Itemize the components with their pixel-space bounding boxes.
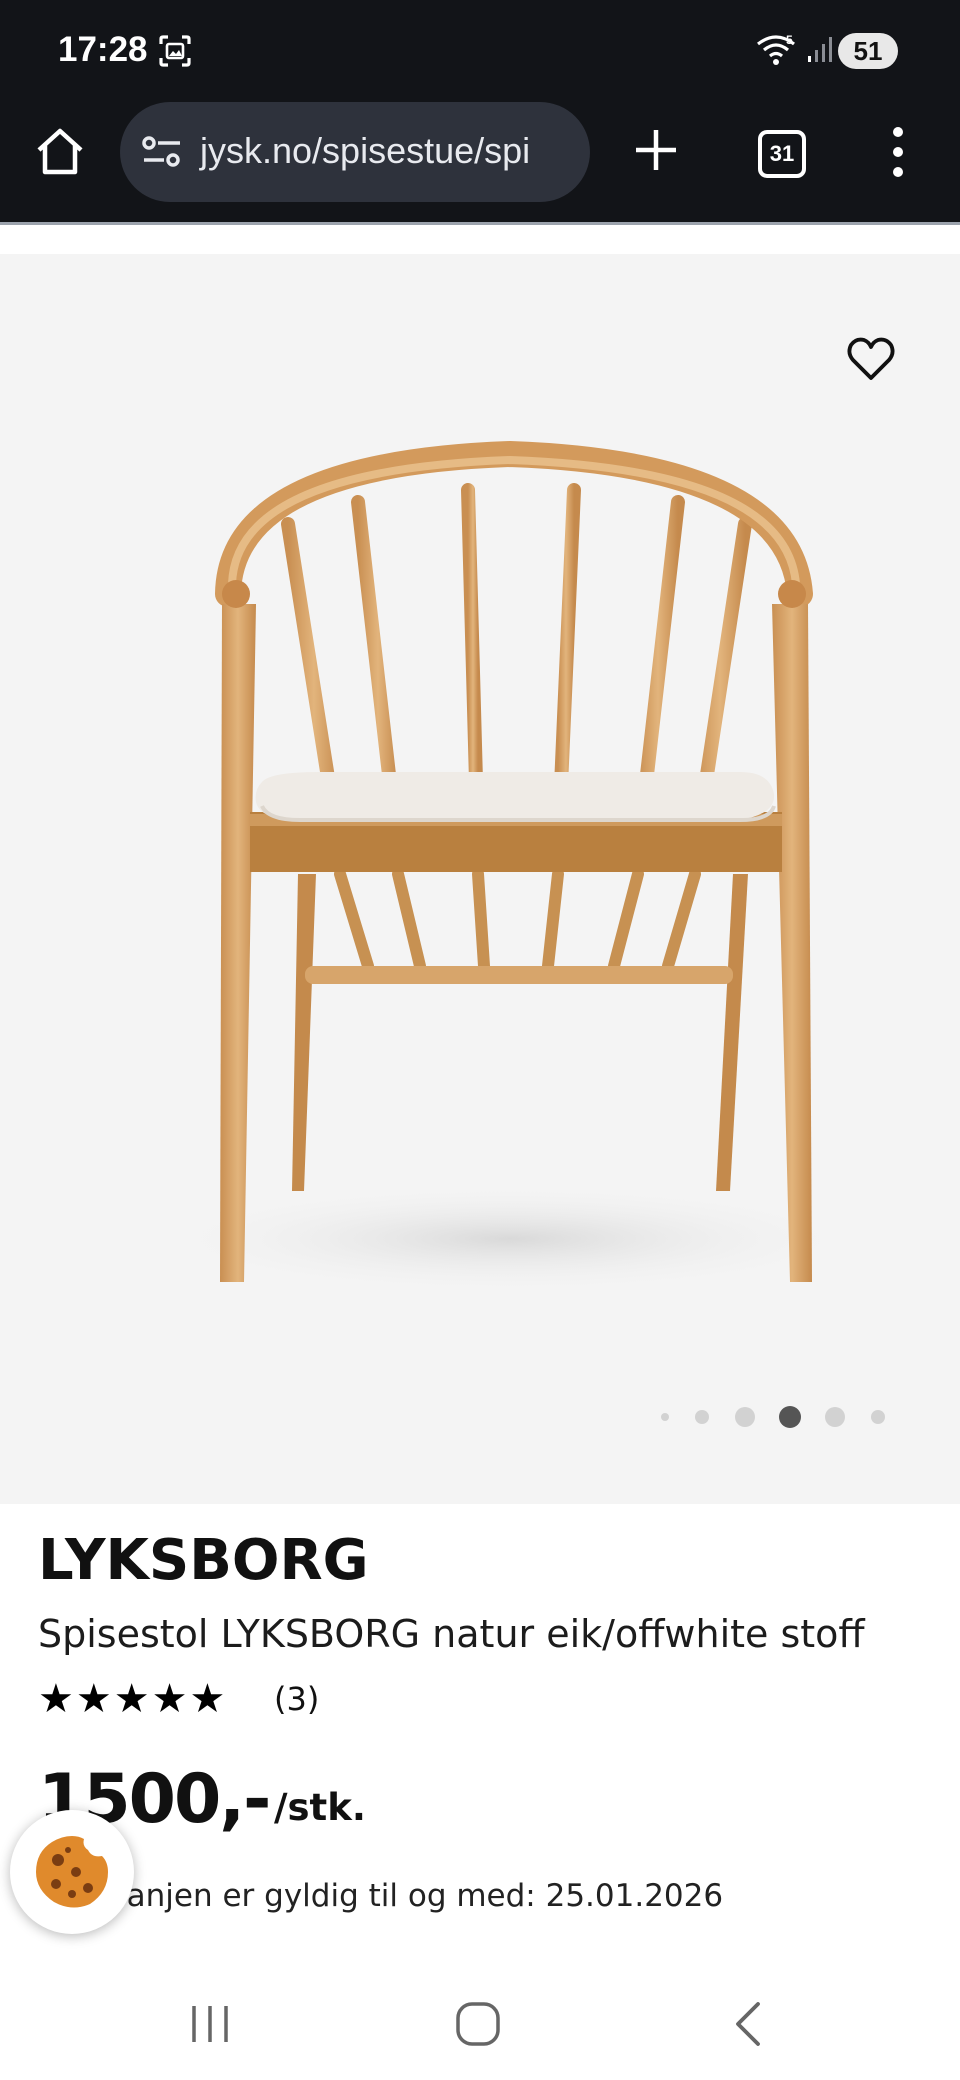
screen-capture-icon — [158, 34, 192, 72]
carousel-indicators — [0, 1402, 960, 1432]
back-arrow-icon — [736, 2002, 760, 2046]
carousel-dot[interactable] — [695, 1410, 709, 1424]
system-navigation-bar — [0, 1960, 960, 2080]
home-button[interactable] — [30, 122, 90, 182]
carousel-dot[interactable] — [735, 1407, 755, 1427]
product-photo — [150, 440, 870, 1294]
plus-icon — [636, 130, 676, 170]
svg-text:5: 5 — [786, 33, 793, 47]
product-brand: LYKSBORG — [38, 1528, 369, 1593]
recent-apps-button[interactable] — [188, 2004, 232, 2048]
cookie-icon — [36, 1836, 108, 1908]
more-menu-button[interactable] — [886, 124, 910, 180]
carousel-dot-active[interactable] — [779, 1406, 801, 1428]
tab-switcher-button[interactable]: 31 — [758, 130, 806, 178]
url-text[interactable]: jysk.no/spisestue/spi — [200, 130, 530, 172]
carousel-dot[interactable] — [871, 1410, 885, 1424]
site-settings-icon[interactable] — [140, 134, 184, 174]
carousel-dot[interactable] — [661, 1413, 669, 1421]
system-home-button[interactable] — [454, 2000, 502, 2052]
battery-indicator: 51 — [838, 33, 898, 69]
wifi-icon: 5 — [756, 32, 800, 72]
product-title: Spisestol LYKSBORG natur eik/offwhite st… — [38, 1612, 865, 1656]
carousel-dot[interactable] — [825, 1407, 845, 1427]
new-tab-button[interactable] — [628, 122, 684, 178]
status-time: 17:28 — [58, 30, 148, 69]
address-bar[interactable]: jysk.no/spisestue/spi — [120, 102, 590, 202]
status-bar: 17:28 5 51 — [0, 0, 960, 100]
browser-toolbar: jysk.no/spisestue/spi 31 — [0, 100, 960, 222]
more-vert-icon — [893, 127, 903, 177]
header-divider — [0, 222, 960, 254]
campaign-validity-text: Kampanjen er gyldig til og med: 25.01.20… — [38, 1878, 724, 1914]
home-icon — [37, 128, 83, 175]
review-count[interactable]: (3) — [274, 1680, 319, 1718]
signal-icon — [806, 34, 834, 68]
rating-stars-icon: ★★★★★ — [38, 1676, 228, 1722]
cookie-settings-button[interactable] — [10, 1810, 134, 1934]
system-home-icon — [456, 2002, 500, 2046]
price-unit: /stk. — [274, 1786, 366, 1829]
product-image-carousel[interactable] — [0, 254, 960, 1504]
wishlist-heart-icon[interactable] — [846, 334, 896, 384]
recent-apps-icon — [192, 2006, 228, 2042]
system-back-button[interactable] — [730, 2000, 766, 2052]
